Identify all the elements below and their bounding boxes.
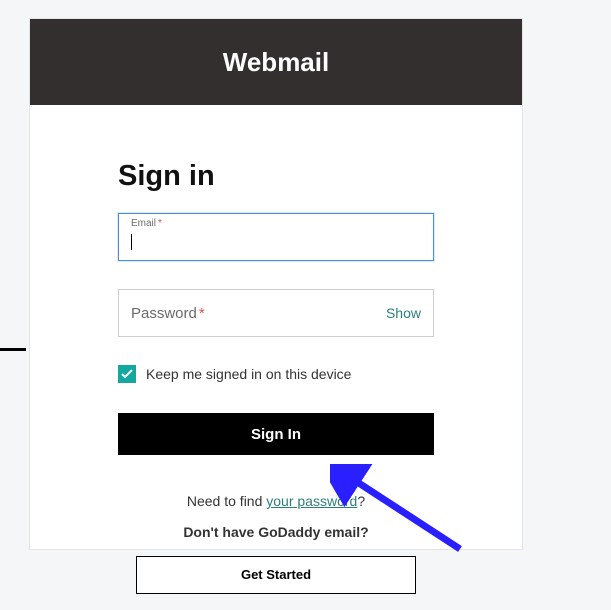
- password-required-mark: *: [199, 305, 205, 322]
- text-caret: [131, 234, 132, 250]
- footer-area: Don't have GoDaddy email? Get Started: [29, 524, 523, 594]
- find-password-suffix: ?: [357, 493, 365, 509]
- login-card: Webmail Sign in Email* Password* Show Ke…: [29, 18, 523, 550]
- app-title: Webmail: [223, 47, 329, 78]
- header-bar: Webmail: [30, 19, 522, 105]
- signin-heading: Sign in: [118, 160, 434, 193]
- show-password-toggle[interactable]: Show: [386, 305, 421, 321]
- find-password-link[interactable]: your password: [266, 493, 357, 509]
- email-input[interactable]: [131, 223, 421, 252]
- email-required-mark: *: [158, 218, 162, 229]
- get-started-button[interactable]: Get Started: [136, 556, 416, 594]
- find-password-prefix: Need to find: [187, 493, 266, 509]
- decorative-dash: [0, 348, 26, 351]
- remember-label: Keep me signed in on this device: [146, 366, 351, 382]
- signin-button[interactable]: Sign In: [118, 413, 434, 455]
- email-field[interactable]: Email*: [118, 213, 434, 261]
- email-label: Email*: [131, 218, 162, 229]
- no-email-text: Don't have GoDaddy email?: [29, 524, 523, 540]
- check-icon: [121, 369, 133, 379]
- password-field[interactable]: Password* Show: [118, 289, 434, 337]
- remember-checkbox[interactable]: [118, 365, 136, 383]
- login-form: Sign in Email* Password* Show Keep me si…: [30, 105, 522, 549]
- password-label-text: Password: [131, 305, 197, 322]
- find-password-row: Need to find your password?: [118, 493, 434, 509]
- remember-row: Keep me signed in on this device: [118, 365, 434, 383]
- email-label-text: Email: [131, 218, 156, 229]
- password-label: Password*: [131, 305, 205, 322]
